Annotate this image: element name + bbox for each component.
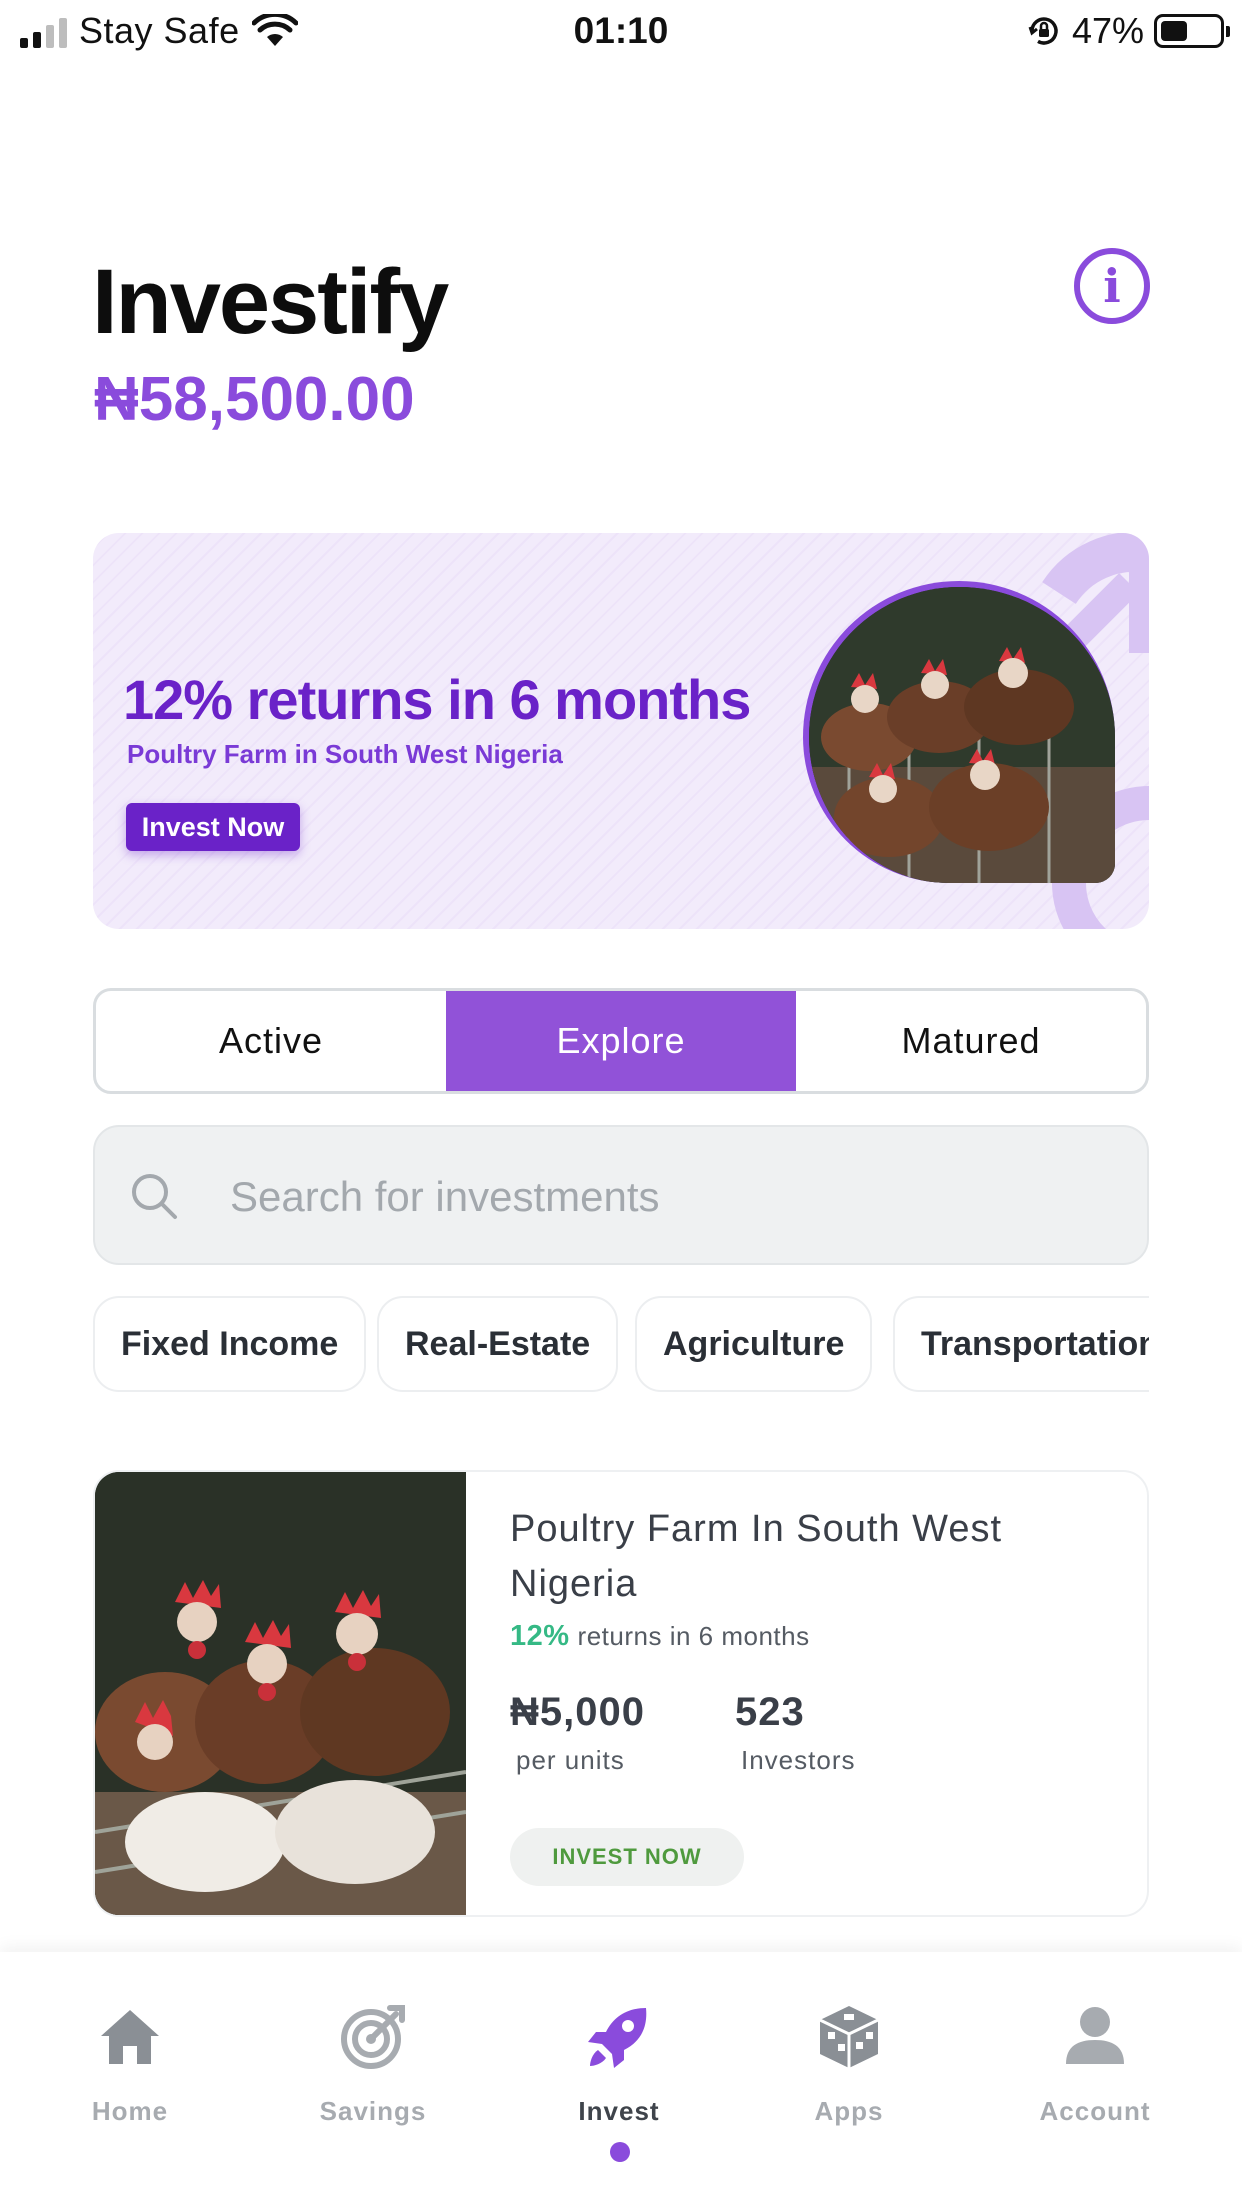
orientation-lock-icon bbox=[1028, 17, 1058, 45]
investor-count: 523 bbox=[735, 1690, 805, 1734]
category-chips: Fixed Income Real-Estate Agriculture Tra… bbox=[93, 1296, 1149, 1394]
target-icon bbox=[341, 2005, 405, 2069]
poultry-photo bbox=[803, 581, 1115, 883]
nav-home[interactable]: Home bbox=[45, 2002, 215, 2127]
nav-invest-label: Invest bbox=[578, 2096, 660, 2126]
investment-title: Poultry Farm In South West Nigeria bbox=[510, 1508, 1003, 1605]
status-bar: Stay Safe 01:10 47% bbox=[0, 0, 1242, 64]
rocket-icon bbox=[588, 2008, 647, 2068]
banner-headline: 12% returns in 6 months bbox=[123, 668, 751, 731]
tab-active[interactable]: Active bbox=[96, 991, 446, 1091]
investment-card[interactable]: Poultry Farm In South West Nigeria 12% re… bbox=[93, 1470, 1149, 1917]
returns-percent: 12% bbox=[510, 1620, 570, 1652]
banner-invest-button[interactable]: Invest Now bbox=[126, 803, 300, 851]
banner-subtitle: Poultry Farm in South West Nigeria bbox=[127, 739, 563, 769]
investment-tabs: Active Explore Matured bbox=[93, 988, 1149, 1094]
unit-price-stat: ₦5,000 per units bbox=[510, 1690, 645, 1776]
investment-photo bbox=[95, 1472, 466, 1915]
nav-savings[interactable]: Savings bbox=[288, 2002, 458, 2127]
status-right: 47% bbox=[1026, 10, 1230, 52]
nav-account[interactable]: Account bbox=[1010, 2002, 1180, 2127]
chip-real-estate[interactable]: Real-Estate bbox=[377, 1296, 619, 1392]
investor-count-label: Investors bbox=[741, 1745, 856, 1775]
nav-home-label: Home bbox=[91, 2096, 169, 2126]
nav-apps[interactable]: Apps bbox=[764, 2002, 934, 2127]
battery-percent: 47% bbox=[1071, 10, 1144, 51]
chip-agriculture[interactable]: Agriculture bbox=[635, 1296, 873, 1392]
wallet-balance: ₦58,500.00 bbox=[94, 365, 415, 434]
cube-icon bbox=[819, 2006, 879, 2068]
tab-explore[interactable]: Explore bbox=[446, 991, 796, 1091]
unit-price: ₦5,000 bbox=[510, 1690, 645, 1734]
nav-savings-label: Savings bbox=[319, 2096, 427, 2126]
page-title: Investify bbox=[92, 251, 449, 353]
nav-invest[interactable]: Invest bbox=[534, 2002, 704, 2127]
tab-matured[interactable]: Matured bbox=[796, 991, 1146, 1091]
investment-returns: 12% returns in 6 months bbox=[510, 1620, 810, 1653]
bottom-nav: Home Savings Invest Apps Account bbox=[0, 1952, 1242, 2208]
unit-price-label: per units bbox=[516, 1745, 625, 1775]
search-placeholder: Search for investments bbox=[230, 1173, 660, 1220]
invest-now-button[interactable]: INVEST NOW bbox=[510, 1828, 744, 1886]
returns-text: returns in 6 months bbox=[577, 1621, 810, 1651]
info-button[interactable]: i bbox=[1074, 248, 1150, 324]
nav-account-label: Account bbox=[1039, 2096, 1151, 2126]
home-icon bbox=[101, 2010, 159, 2064]
chip-fixed-income[interactable]: Fixed Income bbox=[93, 1296, 367, 1392]
nav-apps-label: Apps bbox=[814, 2096, 884, 2126]
user-icon bbox=[1066, 2007, 1124, 2064]
battery-icon bbox=[1154, 14, 1230, 48]
investors-stat: 523 Investors bbox=[735, 1690, 856, 1776]
chip-transportation[interactable]: Transportation bbox=[893, 1296, 1149, 1392]
search-input[interactable]: Search for investments bbox=[93, 1125, 1149, 1265]
active-indicator bbox=[610, 2142, 630, 2162]
info-icon: i bbox=[1103, 259, 1121, 313]
search-icon bbox=[132, 1174, 177, 1219]
promo-banner[interactable]: 12% returns in 6 months Poultry Farm in … bbox=[93, 533, 1149, 929]
